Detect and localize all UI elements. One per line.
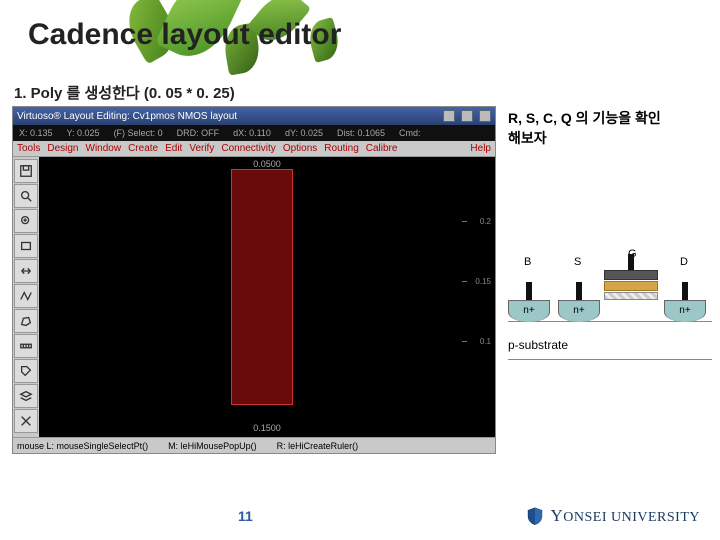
- mosfet-diagram: B S G D n+ n+ n+ p-substrate: [508, 220, 712, 370]
- shield-icon: [525, 506, 545, 526]
- mouse-mid-hint: M: leHiMousePopUp(): [168, 441, 257, 451]
- menu-design[interactable]: Design: [47, 143, 78, 154]
- terminal-b-label: B: [524, 256, 531, 268]
- layout-editor-window: Virtuoso® Layout Editing: Cv1pmos NMOS l…: [12, 106, 496, 454]
- delete-icon[interactable]: [14, 409, 38, 433]
- tick-label: 0.15: [475, 277, 491, 286]
- layout-canvas[interactable]: 0.0500 0.2 0.15 0.1 0.1500: [39, 157, 495, 437]
- zoom-fit-icon[interactable]: [14, 184, 38, 208]
- poly-shape[interactable]: [231, 169, 293, 405]
- menu-routing[interactable]: Routing: [324, 143, 358, 154]
- note-line2: 해보자: [508, 128, 708, 148]
- menu-verify[interactable]: Verify: [189, 143, 214, 154]
- menu-edit[interactable]: Edit: [165, 143, 182, 154]
- ruler-top-label: 0.0500: [253, 159, 281, 169]
- status-cmd: Cmd:: [399, 128, 421, 138]
- well-b: n+: [508, 300, 550, 322]
- status-select: (F) Select: 0: [114, 128, 163, 138]
- status-dist: Dist: 0.1065: [337, 128, 385, 138]
- menu-options[interactable]: Options: [283, 143, 317, 154]
- maximize-icon[interactable]: [461, 110, 473, 122]
- terminal-s-label: S: [574, 256, 581, 268]
- polygon-icon[interactable]: [14, 309, 38, 333]
- stretch-icon[interactable]: [14, 259, 38, 283]
- subtitle: 1. Poly 를 생성한다 (0. 05 * 0. 25): [14, 82, 235, 103]
- tick-label: 0.2: [480, 217, 491, 226]
- status-dy: dY: 0.025: [285, 128, 323, 138]
- mouse-left-hint: mouse L: mouseSingleSelectPt(): [17, 441, 148, 451]
- menu-window[interactable]: Window: [86, 143, 122, 154]
- menu-bar: Tools Design Window Create Edit Verify C…: [13, 141, 495, 157]
- minimize-icon[interactable]: [443, 110, 455, 122]
- path-icon[interactable]: [14, 284, 38, 308]
- gate-stack: [604, 270, 658, 300]
- layers-icon[interactable]: [14, 384, 38, 408]
- contact-d: [682, 282, 688, 300]
- left-toolbar: [13, 157, 39, 437]
- window-title: Virtuoso® Layout Editing: Cv1pmos NMOS l…: [17, 111, 237, 122]
- ruler-icon[interactable]: [14, 334, 38, 358]
- mouse-right-hint: R: leHiCreateRuler(): [277, 441, 359, 451]
- ruler-bottom-label: 0.1500: [253, 423, 281, 433]
- well-s: n+: [558, 300, 600, 322]
- status-dx: dX: 0.110: [233, 128, 271, 138]
- p-substrate-label: p-substrate: [508, 338, 568, 352]
- rect-icon[interactable]: [14, 234, 38, 258]
- zoom-in-icon[interactable]: [14, 209, 38, 233]
- logo-text: YONSEI UNIVERSITY: [551, 506, 701, 526]
- well-b-label: n+: [509, 305, 549, 316]
- page-title: Cadence layout editor: [28, 18, 341, 52]
- window-titlebar: Virtuoso® Layout Editing: Cv1pmos NMOS l…: [13, 107, 495, 125]
- note-line1: R, S, C, Q 의 기능을 확인: [508, 108, 708, 128]
- label-icon[interactable]: [14, 359, 38, 383]
- terminal-d-label: D: [680, 256, 688, 268]
- menu-tools[interactable]: Tools: [17, 143, 40, 154]
- mouse-hint-bar: mouse L: mouseSingleSelectPt() M: leHiMo…: [13, 437, 495, 453]
- status-drd: DRD: OFF: [177, 128, 220, 138]
- menu-create[interactable]: Create: [128, 143, 158, 154]
- contact-b: [526, 282, 532, 300]
- save-icon[interactable]: [14, 159, 38, 183]
- yonsei-logo: YONSEI UNIVERSITY: [525, 506, 701, 526]
- status-bar: X: 0.135 Y: 0.025 (F) Select: 0 DRD: OFF…: [13, 125, 495, 141]
- well-d-label: n+: [665, 305, 705, 316]
- contact-s: [576, 282, 582, 300]
- side-note: R, S, C, Q 의 기능을 확인 해보자: [508, 108, 708, 148]
- well-s-label: n+: [559, 305, 599, 316]
- menu-calibre[interactable]: Calibre: [366, 143, 398, 154]
- well-d: n+: [664, 300, 706, 322]
- page-number: 11: [238, 508, 253, 524]
- status-x: X: 0.135: [19, 128, 53, 138]
- diagram-underline: [508, 359, 712, 360]
- status-y: Y: 0.025: [67, 128, 100, 138]
- tick-label: 0.1: [480, 337, 491, 346]
- menu-help[interactable]: Help: [470, 143, 491, 154]
- menu-connectivity[interactable]: Connectivity: [221, 143, 275, 154]
- close-icon[interactable]: [479, 110, 491, 122]
- gate-oxide: [604, 292, 658, 300]
- gate-metal: [604, 270, 658, 280]
- gate-poly: [604, 281, 658, 291]
